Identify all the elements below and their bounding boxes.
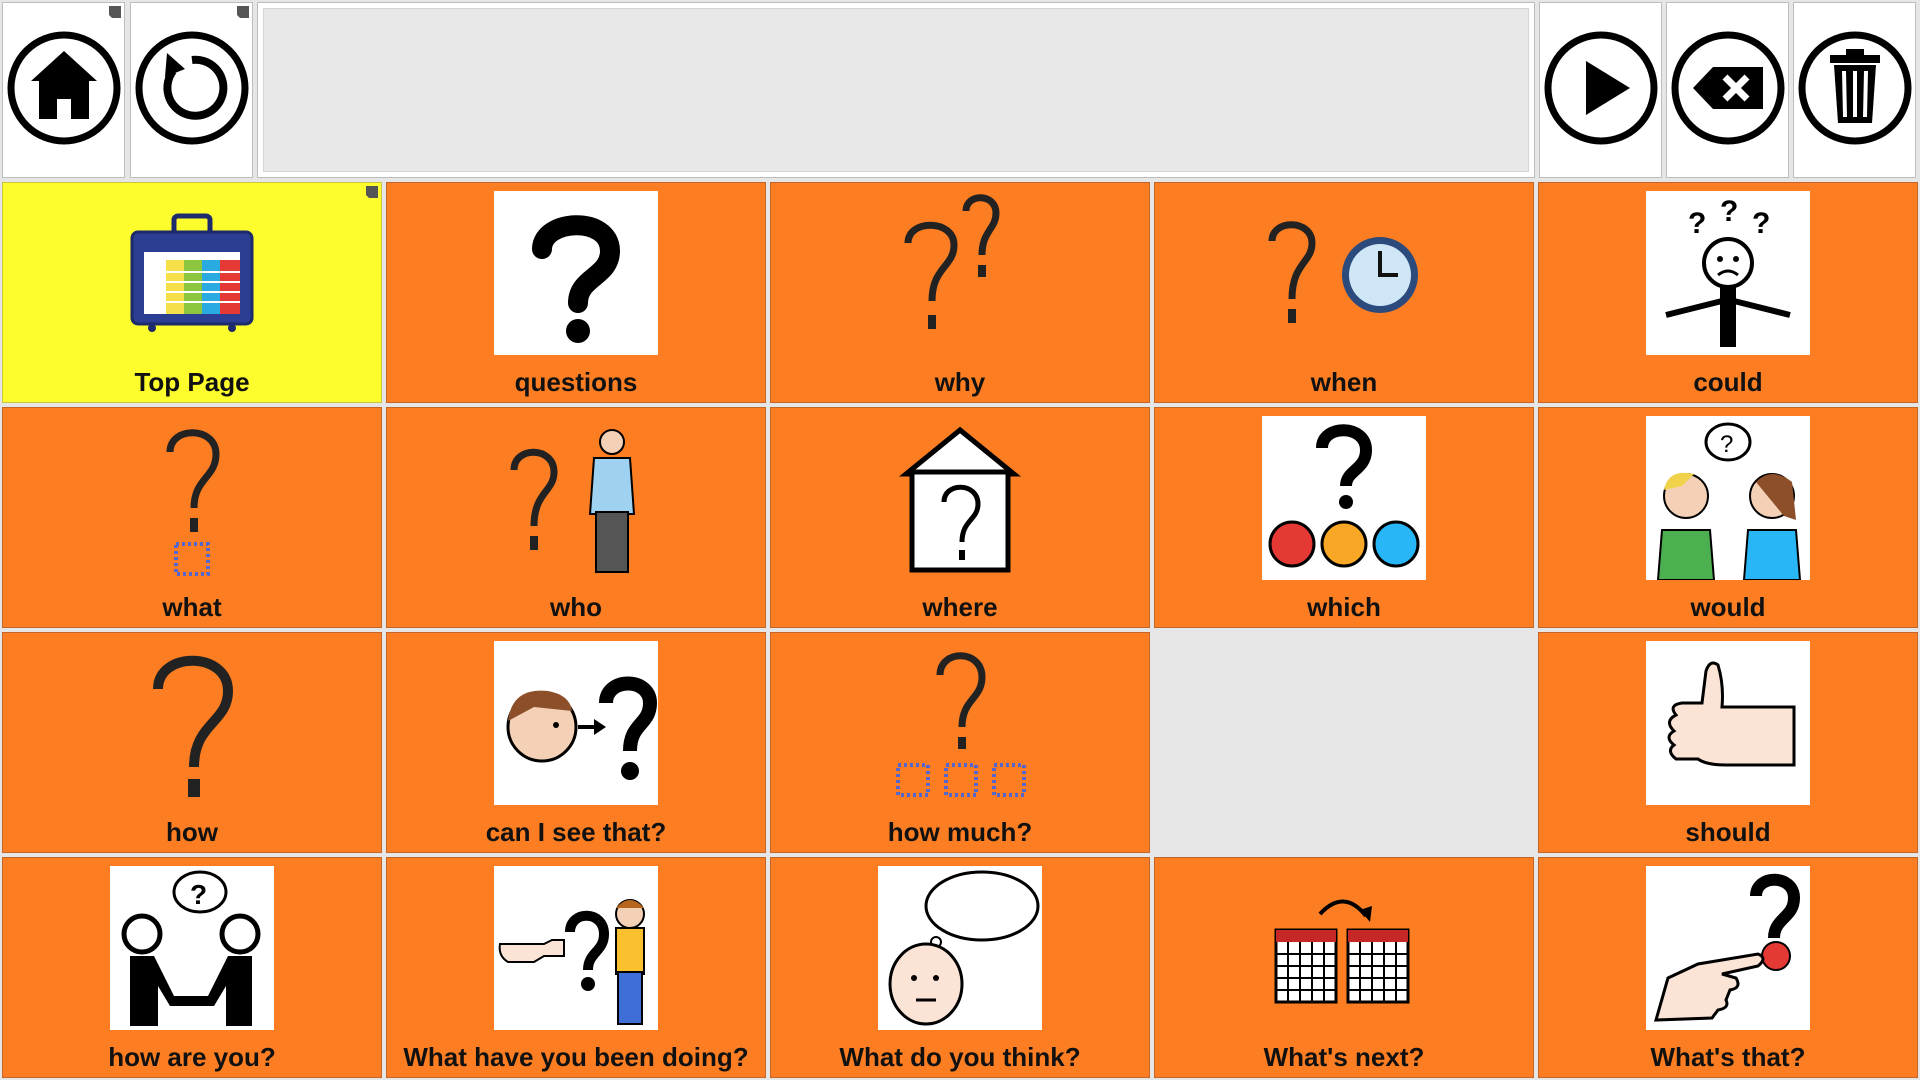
cell-label: how much? bbox=[887, 817, 1033, 847]
big-question-mark-icon bbox=[110, 641, 274, 805]
cell-label: could bbox=[1693, 367, 1763, 397]
cell-label: Top Page bbox=[134, 367, 250, 397]
point-question-boy-icon bbox=[494, 866, 658, 1030]
undo-button[interactable] bbox=[130, 2, 253, 178]
folder-corner-icon bbox=[366, 185, 378, 198]
svg-text:?: ? bbox=[1752, 207, 1770, 240]
cell-label: What's that? bbox=[1650, 1042, 1806, 1072]
cell-what[interactable]: what bbox=[2, 407, 382, 628]
empty-cell bbox=[1154, 632, 1534, 853]
question-square-icon bbox=[110, 416, 274, 580]
confused-person-icon: ??? bbox=[1646, 191, 1810, 355]
svg-text:?: ? bbox=[1720, 195, 1738, 228]
cell-how-much[interactable]: how much? bbox=[770, 632, 1150, 853]
cell-whats-next[interactable]: What's next? bbox=[1154, 857, 1534, 1078]
cell-label: what bbox=[162, 592, 222, 622]
thumbs-up-icon bbox=[1646, 641, 1810, 805]
pointing-question-icon bbox=[1646, 866, 1810, 1030]
cell-how-are-you[interactable]: ? how are you? bbox=[2, 857, 382, 1078]
thinking-head-icon bbox=[878, 866, 1042, 1030]
folder-corner-icon bbox=[237, 5, 249, 18]
message-bar[interactable] bbox=[257, 2, 1535, 178]
cell-which[interactable]: which bbox=[1154, 407, 1534, 628]
folder-corner-icon bbox=[109, 5, 121, 18]
cell-label: What do you think? bbox=[839, 1042, 1081, 1072]
symbol-grid: Top Page questions why when ??? could wh… bbox=[2, 182, 1918, 1078]
question-three-squares-icon bbox=[878, 641, 1042, 805]
cell-should[interactable]: should bbox=[1538, 632, 1918, 853]
calendar-next-icon bbox=[1262, 866, 1426, 1030]
cell-questions[interactable]: questions bbox=[386, 182, 766, 403]
two-question-marks-icon bbox=[878, 191, 1042, 355]
question-clock-icon bbox=[1262, 191, 1426, 355]
cell-label: which bbox=[1307, 592, 1381, 622]
cell-what-have-you-been-doing[interactable]: What have you been doing? bbox=[386, 857, 766, 1078]
handshake-question-icon: ? bbox=[110, 866, 274, 1030]
cell-when[interactable]: when bbox=[1154, 182, 1534, 403]
cell-label: can I see that? bbox=[485, 817, 667, 847]
cell-top-page[interactable]: Top Page bbox=[2, 182, 382, 403]
speak-button[interactable] bbox=[1539, 2, 1662, 178]
svg-text:?: ? bbox=[1720, 431, 1733, 458]
backspace-button[interactable] bbox=[1666, 2, 1789, 178]
cell-whats-that[interactable]: What's that? bbox=[1538, 857, 1918, 1078]
cell-label: would bbox=[1690, 592, 1766, 622]
cell-what-do-you-think[interactable]: What do you think? bbox=[770, 857, 1150, 1078]
clear-button[interactable] bbox=[1793, 2, 1916, 178]
cell-label: how are you? bbox=[108, 1042, 276, 1072]
backspace-icon bbox=[1669, 29, 1787, 152]
svg-text:?: ? bbox=[1688, 207, 1706, 240]
cell-label: where bbox=[922, 592, 998, 622]
face-looking-question-icon bbox=[494, 641, 658, 805]
home-icon bbox=[5, 29, 123, 152]
cell-label: how bbox=[166, 817, 218, 847]
cell-label: when bbox=[1310, 367, 1378, 397]
cell-label: why bbox=[934, 367, 986, 397]
message-text bbox=[263, 8, 1529, 172]
cell-would[interactable]: ? would bbox=[1538, 407, 1918, 628]
svg-text:?: ? bbox=[190, 879, 207, 910]
cell-label: who bbox=[550, 592, 602, 622]
cell-how[interactable]: how bbox=[2, 632, 382, 853]
home-button[interactable] bbox=[2, 2, 125, 178]
undo-icon bbox=[133, 29, 251, 152]
cell-label: What have you been doing? bbox=[403, 1042, 749, 1072]
cell-label: questions bbox=[514, 367, 638, 397]
play-icon bbox=[1542, 29, 1660, 152]
cell-label: should bbox=[1685, 817, 1771, 847]
cell-why[interactable]: why bbox=[770, 182, 1150, 403]
question-mark-icon bbox=[494, 191, 658, 355]
cell-where[interactable]: where bbox=[770, 407, 1150, 628]
cell-who[interactable]: who bbox=[386, 407, 766, 628]
two-people-talking-icon: ? bbox=[1646, 416, 1810, 580]
question-house-icon bbox=[878, 416, 1042, 580]
question-person-icon bbox=[494, 416, 658, 580]
folder-board-icon bbox=[110, 191, 274, 355]
question-colored-dots-icon bbox=[1262, 416, 1426, 580]
trash-icon bbox=[1796, 29, 1914, 152]
cell-could[interactable]: ??? could bbox=[1538, 182, 1918, 403]
cell-label: What's next? bbox=[1263, 1042, 1425, 1072]
cell-can-i-see-that[interactable]: can I see that? bbox=[386, 632, 766, 853]
